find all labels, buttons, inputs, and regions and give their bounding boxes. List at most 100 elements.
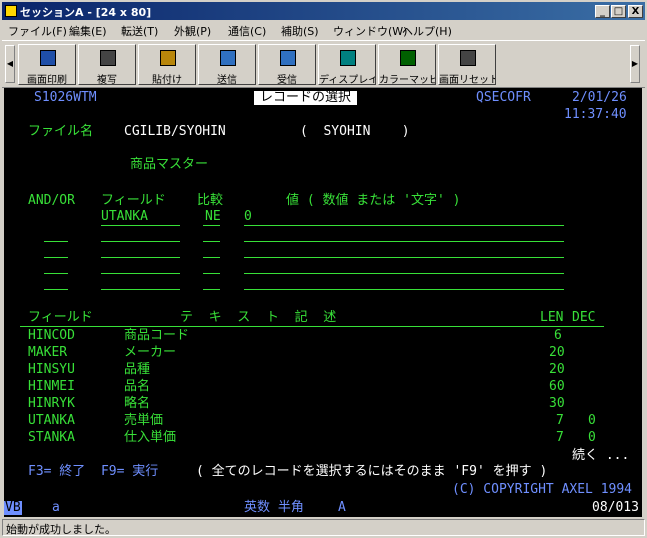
andor-header: AND/OR bbox=[28, 193, 75, 208]
field-text: 品名 bbox=[124, 379, 151, 394]
value-input-line[interactable] bbox=[244, 289, 564, 290]
toolbar-copy-button[interactable]: 複写 bbox=[78, 44, 136, 86]
field-input-line[interactable] bbox=[101, 289, 180, 290]
menu-file[interactable]: ファイル(F) bbox=[8, 23, 67, 39]
condition-value-input[interactable]: 0 bbox=[244, 210, 252, 224]
andor-input-line[interactable] bbox=[44, 257, 68, 258]
field-text: 略名 bbox=[124, 396, 151, 411]
function-keys: F3= 終了 F9= 実行 bbox=[28, 464, 159, 479]
operator-input-line[interactable] bbox=[203, 289, 220, 290]
receive-icon bbox=[280, 50, 296, 66]
toolbar-print-screen-button[interactable]: 画面印刷 bbox=[18, 44, 76, 86]
field-len: 30 bbox=[549, 396, 565, 411]
operator-input-line[interactable] bbox=[203, 257, 220, 258]
toolbar-label: 画面リセット bbox=[439, 75, 495, 86]
terminal-screen[interactable]: S1026WTM レコードの選択 QSECOFR 2/01/26 11:37:4… bbox=[4, 88, 642, 499]
field-dec: 0 bbox=[588, 413, 596, 428]
field-text: メーカー bbox=[124, 345, 177, 360]
menu-appearance[interactable]: 外観(P) bbox=[174, 23, 211, 39]
attribute-indicator: A bbox=[338, 500, 346, 515]
copyright-text: (C) COPYRIGHT AXEL 1994 bbox=[452, 482, 633, 497]
send-icon bbox=[220, 50, 236, 66]
toolbar-receive-button[interactable]: 受信 bbox=[258, 44, 316, 86]
field-input-line[interactable] bbox=[101, 257, 180, 258]
list-text-header: テ キ ス ト 記 述 bbox=[180, 310, 337, 325]
app-icon[interactable] bbox=[5, 5, 17, 17]
record-format: ( SYOHIN ) bbox=[300, 124, 410, 139]
toolbar-label: 貼付け bbox=[152, 75, 182, 86]
color-mapping-icon bbox=[400, 50, 416, 66]
list-header-underline bbox=[20, 326, 604, 327]
operator-input-line[interactable] bbox=[203, 241, 220, 242]
field-len: 7 bbox=[556, 430, 564, 445]
menu-help[interactable]: ヘルプ(H) bbox=[402, 23, 452, 39]
status-bar: 始動が成功しました。 bbox=[2, 519, 645, 536]
field-input-line[interactable] bbox=[101, 225, 180, 226]
field-input-line[interactable] bbox=[101, 241, 180, 242]
operator-input-line[interactable] bbox=[203, 225, 220, 226]
file-name-value: CGILIB/SYOHIN bbox=[124, 124, 226, 139]
toolbar-color-mapping-button[interactable]: カラーマッピング bbox=[378, 44, 436, 86]
field-name: HINRYK bbox=[28, 396, 75, 411]
field-text: 仕入単価 bbox=[124, 430, 177, 445]
list-dec-header: DEC bbox=[572, 310, 596, 325]
condition-field-input[interactable]: UTANKA bbox=[101, 210, 148, 224]
display-icon bbox=[340, 50, 356, 66]
andor-input-line[interactable] bbox=[44, 289, 68, 290]
more-indicator: 続く ... bbox=[572, 448, 630, 463]
printer-icon bbox=[40, 50, 56, 66]
menu-window[interactable]: ウィンドウ(W) bbox=[333, 23, 407, 39]
andor-input-line[interactable] bbox=[44, 241, 68, 242]
cursor-position: 08/013 bbox=[592, 500, 639, 515]
input-mode-indicator: 英数 半角 bbox=[244, 500, 304, 515]
field-input-line[interactable] bbox=[101, 273, 180, 274]
field-len: 20 bbox=[549, 362, 565, 377]
menu-bar: ファイル(F) 編集(E) 転送(T) 外観(P) 通信(C) 補助(S) ウィ… bbox=[2, 21, 645, 39]
file-name-label: ファイル名 bbox=[28, 124, 94, 139]
menu-edit[interactable]: 編集(E) bbox=[69, 23, 107, 39]
system-time: 11:37:40 bbox=[564, 107, 627, 122]
toolbar-label: ディスプレイ bbox=[319, 75, 375, 86]
toolbar-screen-reset-button[interactable]: 画面リセット bbox=[438, 44, 496, 86]
toolbar-label: 画面印刷 bbox=[27, 75, 67, 86]
compare-header: 比較 bbox=[197, 193, 224, 208]
menu-transfer[interactable]: 転送(T) bbox=[121, 23, 158, 39]
field-name: MAKER bbox=[28, 345, 68, 360]
field-name: UTANKA bbox=[28, 413, 75, 428]
menu-communication[interactable]: 通信(C) bbox=[228, 23, 266, 39]
field-text: 商品コード bbox=[124, 328, 190, 343]
close-button[interactable]: X bbox=[628, 5, 643, 18]
condition-operator-input[interactable]: NE bbox=[205, 210, 221, 224]
program-id: S1026WTM bbox=[34, 90, 97, 105]
operator-info-area: VB a 英数 半角 A 08/013 bbox=[4, 499, 642, 517]
toolbar-display-button[interactable]: ディスプレイ bbox=[318, 44, 376, 86]
operator-input-line[interactable] bbox=[203, 273, 220, 274]
field-len: 60 bbox=[549, 379, 565, 394]
file-description: 商品マスター bbox=[130, 157, 209, 172]
minimize-button[interactable]: _ bbox=[595, 5, 610, 18]
toolbar-send-button[interactable]: 送信 bbox=[198, 44, 256, 86]
value-input-line[interactable] bbox=[244, 241, 564, 242]
field-dec: 0 bbox=[588, 430, 596, 445]
list-field-header: フィールド bbox=[28, 310, 93, 325]
toolbar-label: 複写 bbox=[97, 75, 117, 86]
maximize-button[interactable]: □ bbox=[611, 5, 626, 18]
field-header: フィールド bbox=[101, 193, 166, 208]
toolbar-paste-button[interactable]: 貼付け bbox=[138, 44, 196, 86]
value-input-line[interactable] bbox=[244, 257, 564, 258]
toolbar-scroll-right[interactable]: ▶ bbox=[630, 45, 640, 83]
toolbar-scroll-left[interactable]: ◀ bbox=[5, 45, 15, 83]
value-input-line[interactable] bbox=[244, 225, 564, 226]
value-input-line[interactable] bbox=[244, 273, 564, 274]
toolbar-label: 受信 bbox=[277, 75, 297, 86]
andor-input-line[interactable] bbox=[44, 273, 68, 274]
title-bar[interactable]: セッションA - [24 x 80] _ □ X bbox=[2, 2, 645, 20]
field-len: 20 bbox=[549, 345, 565, 360]
toolbar: ◀ 画面印刷 複写 貼付け 送信 受信 ディスプレイ カラーマッピング bbox=[2, 40, 645, 88]
value-header: 値 ( 数値 または '文字' ) bbox=[286, 193, 461, 208]
field-name: HINSYU bbox=[28, 362, 75, 377]
field-name: STANKA bbox=[28, 430, 75, 445]
field-name: HINMEI bbox=[28, 379, 75, 394]
reset-icon bbox=[460, 50, 476, 66]
menu-assist[interactable]: 補助(S) bbox=[281, 23, 319, 39]
